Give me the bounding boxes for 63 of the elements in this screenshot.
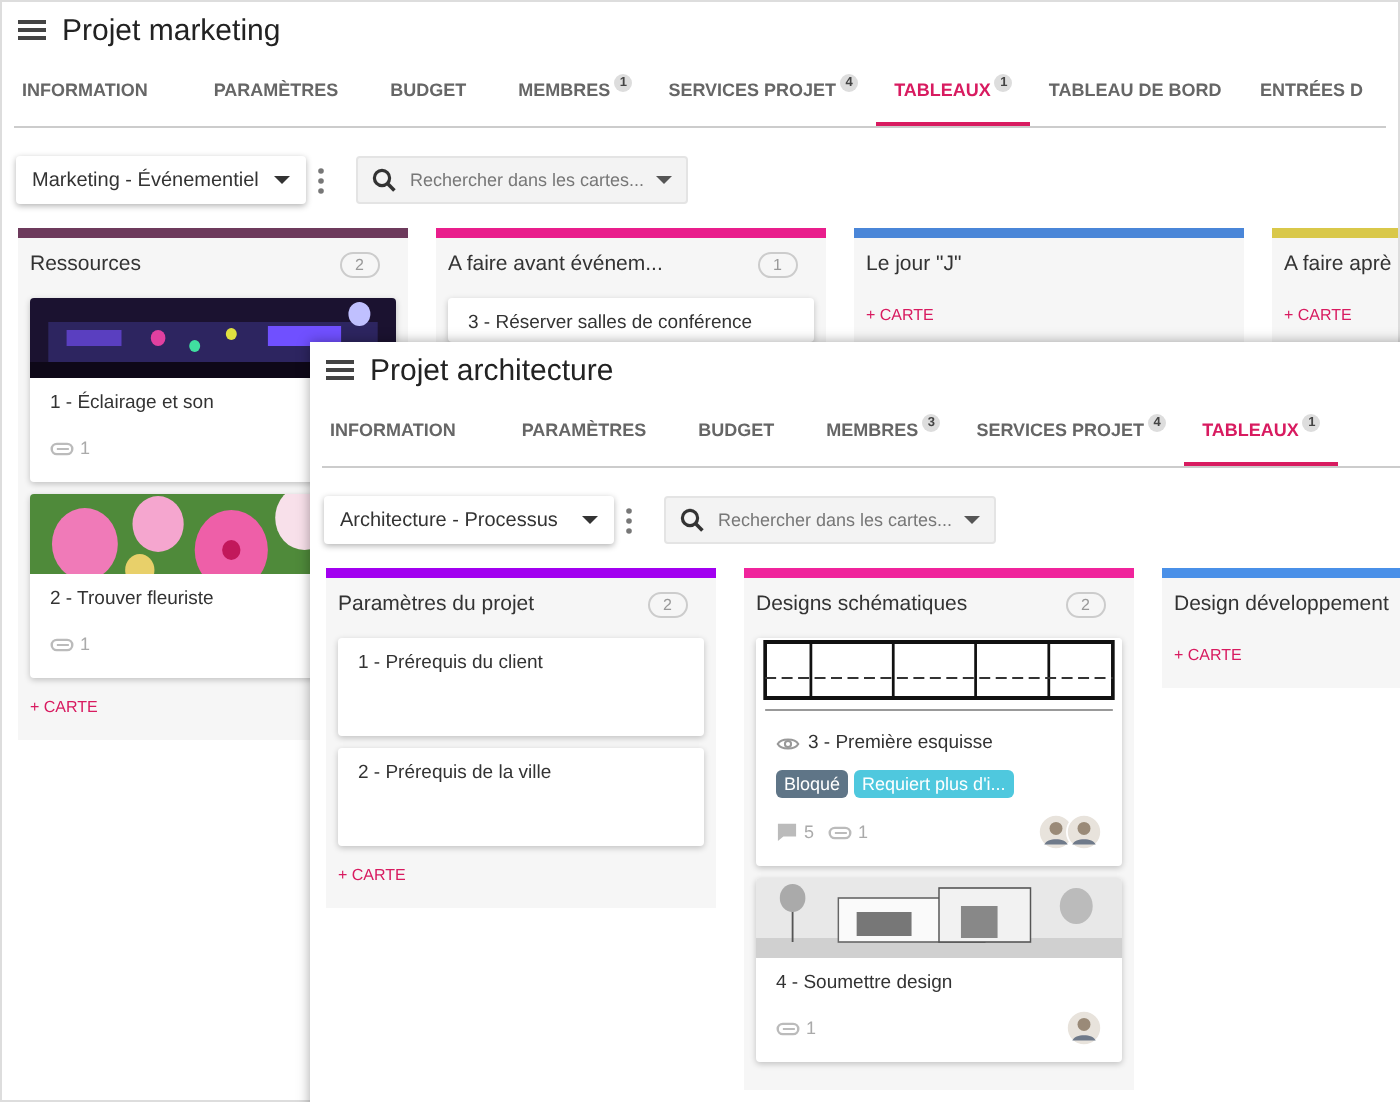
add-card-link[interactable]: + CARTE bbox=[338, 858, 406, 892]
column-title: Designs schématiques bbox=[756, 592, 968, 616]
card-title: 3 - Première esquisse bbox=[808, 732, 993, 754]
paperclip-icon bbox=[776, 1021, 800, 1035]
task-card[interactable]: 2 - Prérequis de la ville bbox=[338, 748, 704, 846]
column-title: A faire avant événem... bbox=[448, 252, 663, 276]
board-dropdown[interactable]: Marketing - Événementiel bbox=[16, 156, 306, 204]
card-count: 1 bbox=[757, 251, 798, 277]
avatar bbox=[1066, 1010, 1102, 1046]
comment-icon bbox=[776, 822, 798, 842]
paperclip-icon bbox=[828, 825, 853, 839]
search-icon bbox=[372, 168, 396, 192]
more-icon[interactable] bbox=[318, 167, 324, 193]
task-card[interactable]: 1 - Prérequis du client bbox=[338, 638, 704, 736]
search-icon bbox=[680, 508, 704, 532]
card-count: 2 bbox=[647, 591, 688, 617]
attachment-count: 1 bbox=[80, 634, 91, 654]
caret-icon bbox=[274, 176, 290, 184]
tag: Requiert plus d'i... bbox=[854, 770, 1014, 798]
caret-icon bbox=[964, 516, 980, 524]
tab[interactable]: BUDGET bbox=[356, 58, 501, 126]
card-count: 2 bbox=[339, 251, 380, 277]
tab[interactable]: PARAMÈTRES bbox=[503, 398, 665, 466]
eye-icon bbox=[776, 735, 800, 751]
column-title: A faire aprè bbox=[1284, 252, 1392, 276]
task-card[interactable]: 3 - Première esquisse Bloqué Requiert plus d'i... 5 1 bbox=[756, 638, 1122, 866]
caret-icon bbox=[656, 176, 672, 184]
attachment-count: 1 bbox=[806, 1018, 817, 1038]
tab[interactable]: PARAMÈTRES bbox=[195, 58, 357, 126]
card-title: 2 - Prérequis de la ville bbox=[358, 762, 552, 784]
attachment-count: 1 bbox=[80, 438, 91, 458]
add-card-link[interactable]: + CARTE bbox=[1174, 638, 1242, 672]
paperclip-icon bbox=[50, 637, 74, 651]
add-card-link[interactable]: + CARTE bbox=[30, 690, 98, 724]
column-title: Le jour "J" bbox=[866, 252, 962, 276]
card-count: 2 bbox=[1065, 591, 1106, 617]
more-icon[interactable] bbox=[626, 507, 632, 533]
paperclip-icon bbox=[50, 441, 74, 455]
search-field[interactable]: Rechercher dans les cartes... bbox=[356, 156, 688, 204]
column-title: Design développement bbox=[1174, 592, 1389, 616]
comment-count: 5 bbox=[804, 822, 815, 842]
menu-icon[interactable] bbox=[326, 358, 354, 382]
add-card-link[interactable]: + CARTE bbox=[1284, 298, 1352, 332]
task-card[interactable]: 4 - Soumettre design 1 bbox=[756, 878, 1122, 1062]
tab[interactable]: INFORMATION bbox=[14, 58, 196, 126]
tab[interactable]: ENTRÉES D bbox=[1239, 58, 1384, 126]
add-card-link[interactable]: + CARTE bbox=[866, 298, 934, 332]
tag: Bloqué bbox=[776, 770, 849, 798]
window-title: Projet marketing bbox=[62, 13, 281, 47]
card-title: 4 - Soumettre design bbox=[776, 972, 953, 994]
menu-icon[interactable] bbox=[18, 18, 46, 42]
board-dropdown[interactable]: Architecture - Processus bbox=[324, 496, 614, 544]
card-title: 3 - Réserver salles de conférence bbox=[468, 312, 753, 334]
tab[interactable]: TABLEAU DE BORD bbox=[1030, 58, 1240, 126]
attachment-count: 1 bbox=[858, 822, 869, 842]
card-title: 2 - Trouver fleuriste bbox=[50, 588, 214, 610]
search-field[interactable]: Rechercher dans les cartes... bbox=[664, 496, 996, 544]
column-title: Ressources bbox=[30, 252, 141, 276]
task-card[interactable]: 3 - Réserver salles de conférence bbox=[448, 298, 814, 342]
avatar bbox=[1066, 814, 1102, 850]
card-title: 1 - Éclairage et son bbox=[50, 392, 214, 414]
caret-icon bbox=[582, 516, 598, 524]
tab[interactable]: BUDGET bbox=[664, 398, 809, 466]
